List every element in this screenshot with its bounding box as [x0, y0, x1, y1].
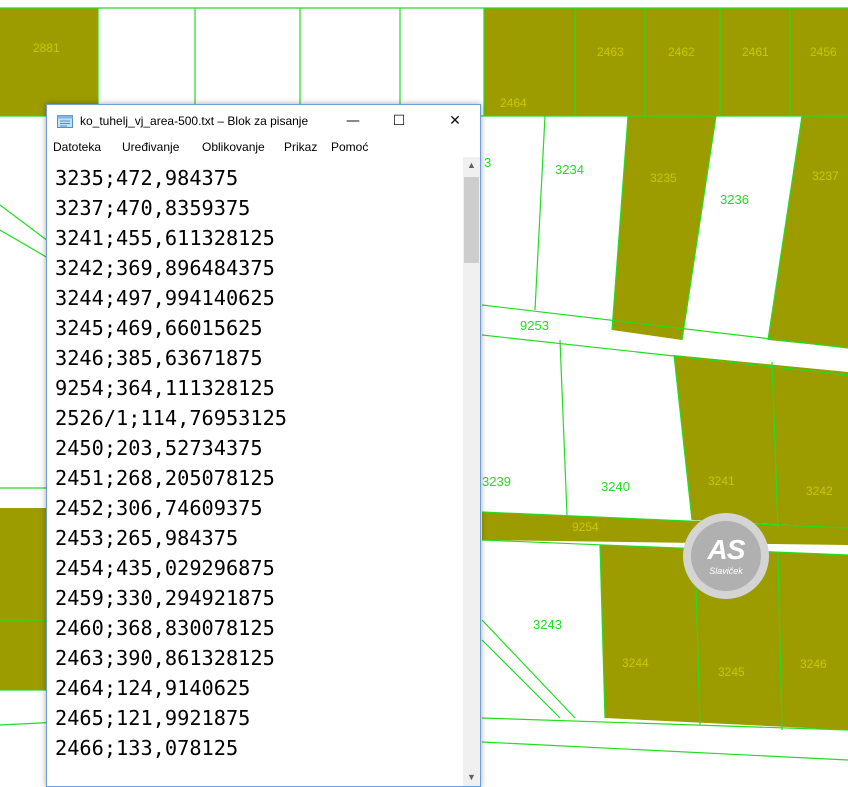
svg-text:2463: 2463 — [597, 45, 624, 59]
svg-text:3237: 3237 — [812, 169, 839, 183]
parcel-label: 3 — [484, 155, 491, 170]
parcel-label: 3243 — [533, 617, 562, 632]
text-line: 2465;121,9921875 — [55, 706, 251, 730]
svg-text:2456: 2456 — [810, 45, 837, 59]
svg-text:2881: 2881 — [33, 41, 60, 55]
text-line: 3241;455,611328125 — [55, 226, 275, 250]
parcel-label: 3234 — [555, 162, 584, 177]
text-line: 2459;330,294921875 — [55, 586, 275, 610]
menu-pomoc[interactable]: Pomoć — [331, 140, 368, 154]
menu-datoteka[interactable]: Datoteka — [53, 140, 101, 154]
vertical-scrollbar[interactable]: ▲ ▼ — [463, 157, 480, 786]
watermark-initials: AS — [707, 534, 746, 565]
parcel-label: 9253 — [520, 318, 549, 333]
text-line: 2526/1;114,76953125 — [55, 406, 287, 430]
parcel-label: 3239 — [482, 474, 511, 489]
svg-text:2462: 2462 — [668, 45, 695, 59]
text-line: 2453;265,984375 — [55, 526, 239, 550]
parcel-label: 3240 — [601, 479, 630, 494]
text-line: 9254;364,111328125 — [55, 376, 275, 400]
text-line: 3245;469,66015625 — [55, 316, 263, 340]
watermark-name: Slaviček — [709, 566, 743, 576]
svg-text:9254: 9254 — [572, 520, 599, 534]
svg-text:2464: 2464 — [500, 96, 527, 110]
scroll-up-icon[interactable]: ▲ — [463, 157, 480, 174]
svg-text:3235: 3235 — [650, 171, 677, 185]
scroll-thumb[interactable] — [464, 177, 479, 263]
menu-uredivanje[interactable]: Uređivanje — [122, 140, 179, 154]
text-line: 2464;124,9140625 — [55, 676, 251, 700]
menu-prikaz[interactable]: Prikaz — [284, 140, 317, 154]
text-line: 2450;203,52734375 — [55, 436, 263, 460]
text-line: 3242;369,896484375 — [55, 256, 275, 280]
text-line: 2466;133,078125 — [55, 736, 239, 760]
svg-text:3246: 3246 — [800, 657, 827, 671]
menu-bar: Datoteka Uređivanje Oblikovanje Prikaz P… — [47, 137, 480, 157]
title-bar[interactable]: ko_tuhelj_vj_area-500.txt – Blok za pisa… — [47, 105, 480, 137]
text-line: 2452;306,74609375 — [55, 496, 263, 520]
menu-oblikovanje[interactable]: Oblikovanje — [202, 140, 265, 154]
svg-text:3245: 3245 — [718, 665, 745, 679]
minimize-button[interactable]: — — [330, 105, 376, 137]
text-line: 2460;368,830078125 — [55, 616, 275, 640]
svg-text:3242: 3242 — [806, 484, 833, 498]
svg-text:3244: 3244 — [622, 656, 649, 670]
text-editor[interactable]: 3235;472,984375 3237;470,8359375 3241;45… — [47, 157, 462, 786]
window-title: ko_tuhelj_vj_area-500.txt – Blok za pisa… — [80, 114, 309, 128]
notepad-window: ko_tuhelj_vj_area-500.txt – Blok za pisa… — [46, 104, 481, 787]
watermark-logo: AS Slaviček — [683, 513, 769, 599]
svg-text:2461: 2461 — [742, 45, 769, 59]
parcel-label: 3236 — [720, 192, 749, 207]
text-line: 3244;497,994140625 — [55, 286, 275, 310]
text-line: 2463;390,861328125 — [55, 646, 275, 670]
text-line: 2454;435,029296875 — [55, 556, 275, 580]
text-line: 3237;470,8359375 — [55, 196, 251, 220]
text-line: 3235;472,984375 — [55, 166, 239, 190]
text-line: 3246;385,63671875 — [55, 346, 263, 370]
close-button[interactable]: ✕ — [432, 105, 478, 137]
svg-text:3241: 3241 — [708, 474, 735, 488]
text-line: 2451;268,205078125 — [55, 466, 275, 490]
scroll-down-icon[interactable]: ▼ — [463, 769, 480, 786]
maximize-button[interactable]: ☐ — [376, 105, 422, 137]
notepad-icon — [57, 115, 73, 128]
watermark-badge: AS Slaviček — [691, 521, 761, 591]
